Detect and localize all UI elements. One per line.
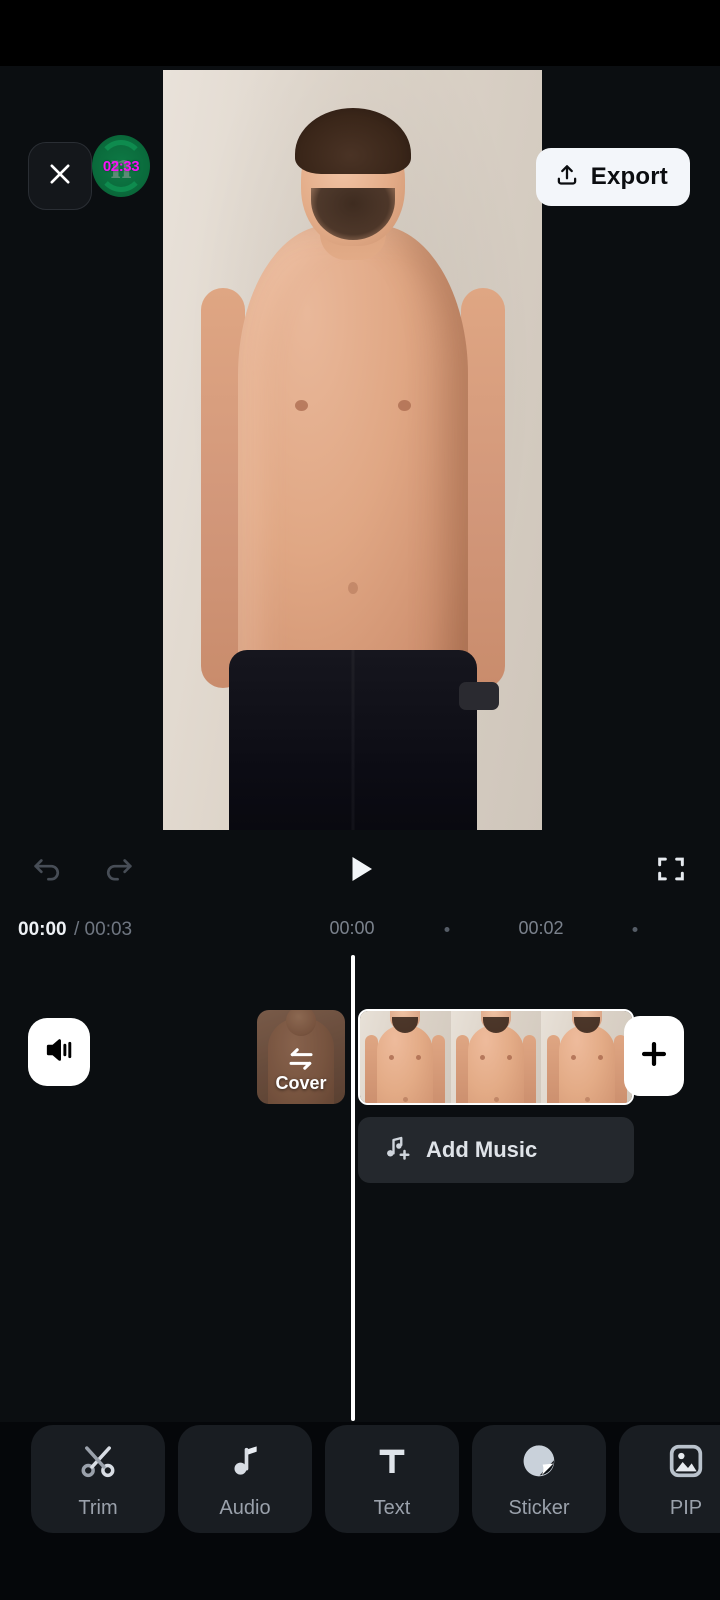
- ruler-tick-dot: [632, 927, 638, 932]
- tool-audio[interactable]: Audio: [178, 1425, 312, 1533]
- redo-button[interactable]: [92, 844, 146, 898]
- clip-frame[interactable]: [541, 1011, 632, 1103]
- tool-label: Text: [373, 1496, 411, 1519]
- clip-frame-torso: [377, 1025, 434, 1103]
- undo-icon: [30, 852, 64, 891]
- music-note-plus-icon: [380, 1133, 410, 1168]
- play-icon: [342, 849, 378, 894]
- add-music-label: Add Music: [426, 1137, 538, 1162]
- playhead[interactable]: [351, 955, 355, 1421]
- text-t-icon: [372, 1439, 412, 1483]
- picture-in-picture-icon: [666, 1439, 706, 1483]
- timeline-ruler[interactable]: 00:00 00:02: [0, 918, 720, 944]
- scissors-icon: [77, 1439, 119, 1483]
- video-preview[interactable]: [163, 70, 542, 830]
- clip-frame-detail: [522, 1035, 536, 1103]
- redo-icon: [102, 852, 136, 891]
- preview-detail: [347, 582, 358, 594]
- undo-button[interactable]: [20, 844, 74, 898]
- clip-frame-detail: [570, 1055, 576, 1060]
- clip-frame-detail: [493, 1097, 499, 1102]
- volume-icon: [43, 1034, 75, 1071]
- preview-watch: [458, 682, 499, 710]
- tool-trim[interactable]: Trim: [31, 1425, 165, 1533]
- cover-thumbnail[interactable]: Cover: [257, 1010, 345, 1104]
- ruler-tick-label: 00:00: [329, 918, 375, 938]
- clip-frame-detail: [584, 1097, 590, 1102]
- tool-text[interactable]: Text: [325, 1425, 459, 1533]
- preview-detail: [397, 400, 411, 411]
- preview-detail: [294, 400, 308, 411]
- preview-shorts: [228, 650, 477, 830]
- plus-icon: [637, 1037, 671, 1076]
- cover-label: Cover: [275, 1073, 327, 1093]
- fullscreen-button[interactable]: [644, 844, 698, 898]
- tool-label: Trim: [78, 1496, 118, 1519]
- tool-label: Audio: [219, 1496, 271, 1519]
- preview-torso: [237, 225, 468, 715]
- tool-label: PIP: [669, 1496, 703, 1519]
- export-button[interactable]: Export: [535, 148, 690, 206]
- clip-frame-detail: [432, 1035, 446, 1103]
- app-watermark-badge: n 02:33: [92, 135, 150, 197]
- status-bar: [0, 0, 720, 66]
- tool-label: Sticker: [508, 1496, 570, 1519]
- add-music-button[interactable]: Add Music: [358, 1117, 634, 1183]
- sticker-icon: [519, 1439, 559, 1483]
- volume-button[interactable]: [28, 1018, 90, 1086]
- ruler-tick-label: 00:02: [518, 918, 564, 938]
- export-label: Export: [590, 163, 668, 190]
- timeline-tracks[interactable]: Cover: [0, 956, 720, 1426]
- add-clip-button[interactable]: [624, 1016, 684, 1096]
- close-icon: [46, 160, 74, 193]
- play-button[interactable]: [333, 842, 387, 900]
- ruler-tick-dot: [444, 927, 450, 932]
- clip-frame-detail: [597, 1055, 603, 1060]
- video-editor-screen: n 02:33 Export 00:00 / 00:03 00:00 00:02…: [0, 0, 720, 1600]
- clip-frame-detail: [506, 1055, 512, 1060]
- timeline-header: 00:00 / 00:03 00:00 00:02: [0, 908, 720, 956]
- clip-frame-detail: [479, 1055, 485, 1060]
- tool-sticker[interactable]: Sticker: [472, 1425, 606, 1533]
- upload-icon: [554, 162, 580, 193]
- clip-frame[interactable]: [360, 1011, 451, 1103]
- playback-controls: [0, 840, 720, 902]
- clip-frame-torso: [558, 1025, 615, 1103]
- close-button[interactable]: [28, 142, 92, 210]
- preview-stage: n 02:33 Export: [0, 66, 720, 836]
- clip-frame-torso: [467, 1025, 524, 1103]
- music-note-icon: [225, 1439, 265, 1483]
- badge-timer: 02:33: [102, 157, 140, 175]
- fullscreen-icon: [654, 852, 688, 891]
- tool-pip[interactable]: PIP: [619, 1425, 720, 1533]
- clip-frame[interactable]: [450, 1011, 542, 1103]
- video-clip-track[interactable]: [358, 1009, 634, 1105]
